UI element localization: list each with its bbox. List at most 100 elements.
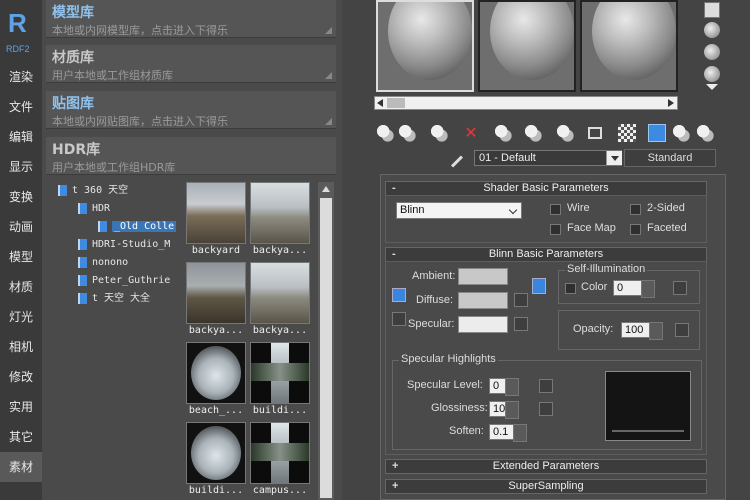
section-title: 材质库 (52, 50, 94, 66)
hdr-thumbnail[interactable]: backya... (250, 182, 310, 258)
scrollbar-thumb[interactable] (320, 198, 332, 498)
nav-item-model[interactable]: 模型 (0, 242, 42, 272)
hdr-thumbnail[interactable]: buildi... (186, 422, 246, 498)
specular-color-swatch[interactable] (458, 316, 508, 333)
slots-horizontal-scrollbar[interactable] (374, 96, 678, 110)
assign-to-selection-icon[interactable] (430, 124, 448, 142)
copy-material-icon[interactable] (494, 124, 512, 142)
two-sided-checkbox[interactable] (630, 204, 641, 215)
faceted-checkbox[interactable] (630, 224, 641, 235)
tree-item[interactable]: HDR (78, 200, 110, 218)
reset-material-icon[interactable]: ✕ (462, 124, 480, 142)
self-illum-map-button[interactable] (673, 281, 687, 295)
put-to-scene-icon[interactable] (398, 124, 416, 142)
nav-item-other[interactable]: 其它 (0, 422, 42, 452)
thumbnail-caption: backya... (188, 325, 244, 336)
face-map-checkbox[interactable] (550, 224, 561, 235)
lock-map-icon[interactable] (532, 278, 546, 294)
scrollbar-thumb[interactable] (387, 98, 405, 108)
self-illum-color-checkbox[interactable] (565, 283, 576, 294)
rollout-header-supersampling[interactable]: + SuperSampling (385, 479, 707, 494)
make-unique-icon[interactable] (524, 124, 542, 142)
material-slot[interactable] (580, 0, 678, 92)
hdr-thumbnail[interactable]: backya... (186, 262, 246, 338)
self-illum-spinner[interactable]: 0 (613, 280, 655, 298)
uv-tiling-icon[interactable] (704, 66, 720, 82)
tree-item-selected[interactable]: _Old Colle (98, 218, 177, 236)
nav-item-file[interactable]: 文件 (0, 92, 42, 122)
ambient-color-swatch[interactable] (458, 268, 508, 285)
thumbnail-scrollbar[interactable] (318, 182, 334, 500)
material-id-icon[interactable] (588, 127, 602, 139)
nav-item-modify[interactable]: 修改 (0, 362, 42, 392)
section-material-library[interactable]: 材质库 用户本地或工作组材质库 (46, 45, 336, 83)
nav-item-edit[interactable]: 编辑 (0, 122, 42, 152)
faceted-label: Faceted (647, 222, 687, 234)
scroll-left-arrow-icon[interactable] (377, 99, 383, 107)
tree-item[interactable]: Peter_Guthrie (78, 272, 170, 290)
nav-item-material[interactable]: 材质 (0, 272, 42, 302)
background-icon[interactable] (704, 44, 720, 60)
material-slot[interactable] (376, 0, 474, 92)
nav-item-camera[interactable]: 相机 (0, 332, 42, 362)
expand-toggle: + (392, 460, 399, 472)
hdr-thumbnail[interactable]: backya... (250, 262, 310, 338)
hdr-thumbnail[interactable]: campus... (250, 422, 310, 498)
shader-type-dropdown[interactable]: Blinn (396, 202, 522, 219)
diffuse-color-swatch[interactable] (458, 292, 508, 309)
sample-type-icon[interactable] (704, 2, 720, 18)
tree-item[interactable]: t 天空 大全 (78, 290, 150, 308)
scroll-up-arrow-icon[interactable] (322, 186, 330, 192)
glossiness-spinner[interactable]: 10 (489, 401, 519, 419)
specular-level-spinner[interactable]: 0 (489, 378, 519, 396)
tree-item[interactable]: t 360 天空 (58, 182, 128, 200)
collapse-toggle: - (392, 248, 396, 260)
nav-item-transform[interactable]: 变换 (0, 182, 42, 212)
rollout-header-blinn-basic[interactable]: - Blinn Basic Parameters (385, 247, 707, 262)
expand-toggle: + (392, 480, 399, 492)
specular-map-button[interactable] (514, 317, 528, 331)
show-map-in-viewport-icon[interactable] (618, 124, 636, 142)
backlight-icon[interactable] (704, 22, 720, 38)
get-material-icon[interactable] (376, 124, 394, 142)
nav-item-light[interactable]: 灯光 (0, 302, 42, 332)
hdr-thumbnail[interactable]: buildi... (250, 342, 310, 418)
wire-checkbox[interactable] (550, 204, 561, 215)
hdr-thumbnail[interactable]: backyard (186, 182, 246, 258)
put-to-library-icon[interactable] (556, 124, 574, 142)
diffuse-map-button[interactable] (514, 293, 528, 307)
scroll-down-arrow-icon[interactable] (706, 84, 718, 90)
go-forward-sibling-icon[interactable] (696, 124, 714, 142)
material-name-field[interactable]: 01 - Default (474, 150, 622, 166)
side-toolbar (700, 0, 724, 110)
rollout-header-extended[interactable]: + Extended Parameters (385, 459, 707, 474)
go-to-parent-icon[interactable] (672, 124, 690, 142)
hdr-thumbnail[interactable]: beach_... (186, 342, 246, 418)
soften-spinner[interactable]: 0.1 (489, 424, 527, 442)
tree-item[interactable]: nonono (78, 254, 128, 272)
material-slot[interactable] (478, 0, 576, 92)
nav-item-utility[interactable]: 实用 (0, 392, 42, 422)
section-hdr-library[interactable]: HDR库 用户本地或工作组HDR库 (46, 137, 336, 175)
specular-level-map-button[interactable] (539, 379, 553, 393)
section-model-library[interactable]: 模型库 本地或内网模型库，点击进入下得乐 (46, 0, 336, 38)
nav-item-render[interactable]: 渲染 (0, 62, 42, 92)
glossiness-map-button[interactable] (539, 402, 553, 416)
nav-item-assets[interactable]: 素材 (0, 452, 42, 482)
scroll-right-arrow-icon[interactable] (668, 99, 674, 107)
nav-item-display[interactable]: 显示 (0, 152, 42, 182)
nav-item-animation[interactable]: 动画 (0, 212, 42, 242)
lock-diffuse-specular-icon[interactable] (392, 312, 406, 326)
opacity-map-button[interactable] (675, 323, 689, 337)
chevron-down-icon[interactable] (606, 151, 622, 165)
show-end-result-icon[interactable] (648, 124, 666, 142)
eyedropper-icon[interactable] (448, 150, 466, 166)
section-texture-library[interactable]: 贴图库 本地或内网贴图库，点击进入下得乐 (46, 91, 336, 129)
rollout-header-shader-basic[interactable]: - Shader Basic Parameters (385, 181, 707, 196)
material-type-button[interactable]: Standard (624, 149, 716, 167)
two-sided-label: 2-Sided (647, 202, 685, 214)
sample-sphere (388, 2, 472, 80)
opacity-spinner[interactable]: 100 (621, 322, 663, 340)
lock-ambient-diffuse-icon[interactable] (392, 288, 406, 302)
tree-item[interactable]: HDRI-Studio_M (78, 236, 170, 254)
